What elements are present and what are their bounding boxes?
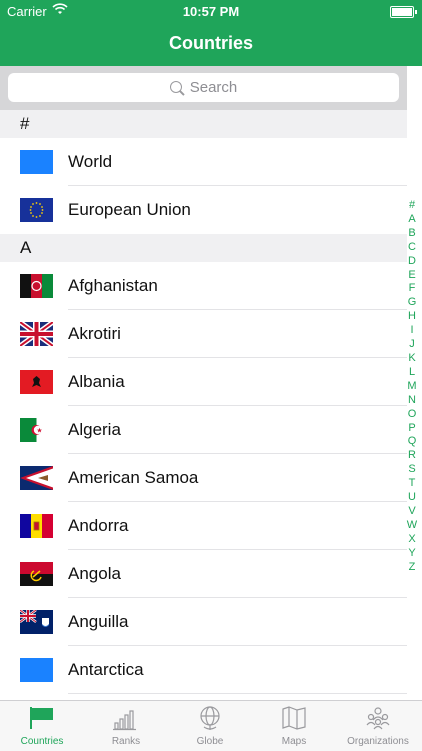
index-letter[interactable]: Z [404, 561, 420, 575]
tab-label: Organizations [347, 736, 409, 747]
american-samoa-flag-icon [20, 466, 53, 490]
andorra-flag-icon [20, 514, 53, 538]
search-icon [169, 81, 182, 93]
country-name: Afghanistan [68, 276, 158, 295]
afghanistan-flag-icon [20, 274, 53, 298]
eu-flag-icon [20, 198, 53, 222]
country-name: Antarctica [68, 660, 144, 679]
index-letter[interactable]: R [404, 449, 420, 463]
index-letter[interactable]: D [404, 255, 420, 269]
country-name: Andorra [68, 516, 129, 535]
index-letter[interactable]: F [404, 282, 420, 296]
tab-label: Ranks [111, 736, 141, 747]
list-item[interactable]: Albania [0, 358, 407, 406]
albania-flag-icon [20, 370, 53, 394]
country-name: European Union [68, 200, 191, 219]
tab-countries[interactable]: Countries [0, 701, 84, 751]
index-letter[interactable]: P [404, 422, 420, 436]
index-letter[interactable]: N [404, 394, 420, 408]
index-letter[interactable]: B [404, 227, 420, 241]
people-icon [336, 701, 420, 731]
index-letter[interactable]: X [404, 533, 420, 547]
angola-flag-icon [20, 562, 53, 586]
list-item[interactable]: Algeria [0, 406, 407, 454]
index-letter[interactable]: V [404, 505, 420, 519]
list-item[interactable]: Akrotiri [0, 310, 407, 358]
algeria-flag-icon [20, 418, 53, 442]
section-header: A [0, 234, 407, 262]
index-letter[interactable]: Y [404, 547, 420, 561]
map-icon [252, 701, 336, 731]
list-item[interactable]: World [0, 138, 407, 186]
index-letter[interactable]: A [404, 213, 420, 227]
blue-flag-icon [20, 150, 53, 174]
status-time: 10:57 PM [182, 4, 240, 19]
list-item[interactable]: Antarctica [0, 646, 407, 694]
country-name: Albania [68, 372, 125, 391]
index-letter[interactable]: H [404, 310, 420, 324]
index-letter[interactable]: E [404, 269, 420, 283]
battery-icon [390, 6, 417, 18]
index-letter[interactable]: J [404, 338, 420, 352]
country-name: World [68, 152, 113, 171]
country-name: Angola [68, 564, 121, 583]
list-item[interactable]: Afghanistan [0, 262, 407, 310]
search-bar: Search [0, 66, 407, 110]
list-item[interactable]: Andorra [0, 502, 407, 550]
index-letter[interactable]: I [404, 324, 420, 338]
status-bar: Carrier 10:57 PM [0, 0, 422, 24]
index-letter[interactable]: # [404, 199, 420, 213]
row-separator [68, 693, 407, 694]
country-name: American Samoa [68, 468, 199, 487]
country-name: Akrotiri [68, 324, 121, 343]
section-header: # [0, 110, 407, 138]
country-name: Anguilla [68, 612, 129, 631]
tab-maps[interactable]: Maps [252, 701, 336, 751]
list-item[interactable]: American Samoa [0, 454, 407, 502]
tab-globe[interactable]: Globe [168, 701, 252, 751]
index-letter[interactable]: G [404, 296, 420, 310]
index-letter[interactable]: Q [404, 435, 420, 449]
index-letter[interactable]: C [404, 241, 420, 255]
bar-chart-icon [84, 701, 168, 731]
nav-title: Countries [0, 24, 422, 66]
index-letter[interactable]: T [404, 477, 420, 491]
tab-label: Countries [20, 736, 64, 747]
list-item[interactable]: European Union [0, 186, 407, 234]
country-name: Algeria [68, 420, 121, 439]
blue-flag-icon [20, 658, 53, 682]
index-letter[interactable]: L [404, 366, 420, 380]
index-letter[interactable]: W [404, 519, 420, 533]
tab-bar: Countries Ranks Globe Maps Organizations [0, 700, 422, 751]
country-list[interactable]: # World European Union A Afghanistan Akr… [0, 110, 407, 700]
globe-icon [168, 701, 252, 731]
tab-organizations[interactable]: Organizations [336, 701, 420, 751]
tab-label: Maps [281, 736, 307, 747]
anguilla-flag-icon [20, 610, 53, 634]
list-item[interactable]: Anguilla [0, 598, 407, 646]
index-letter[interactable]: M [404, 380, 420, 394]
tab-ranks[interactable]: Ranks [84, 701, 168, 751]
uk-flag-icon [20, 322, 53, 346]
index-letter[interactable]: K [404, 352, 420, 366]
index-letter[interactable]: O [404, 408, 420, 422]
search-input[interactable]: Search [8, 73, 399, 102]
index-letter[interactable]: S [404, 463, 420, 477]
index-letter[interactable]: U [404, 491, 420, 505]
section-index[interactable]: # A B C D E F G H I J K L M N O P Q R S T U V W X Y Z [404, 199, 420, 574]
tab-label: Globe [196, 736, 224, 747]
list-item[interactable]: Angola [0, 550, 407, 598]
search-placeholder: Search [189, 79, 238, 96]
